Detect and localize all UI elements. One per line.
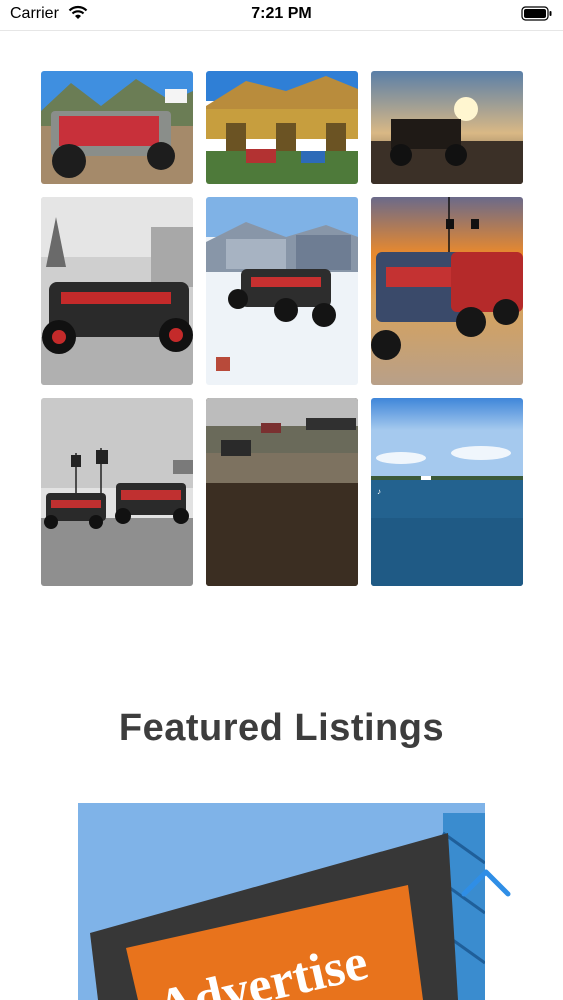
featured-listings-heading: Featured Listings: [118, 707, 445, 749]
clock-time: 7:21 PM: [251, 5, 312, 22]
featured-ad-card[interactable]: Advertise: [78, 803, 485, 1000]
utv-photo-icon: [371, 197, 523, 385]
battery-icon: [521, 6, 553, 27]
gallery-photo-7[interactable]: [41, 398, 193, 586]
gallery-photo-6[interactable]: [371, 197, 523, 385]
utv-photo-icon: ♪: [371, 398, 523, 586]
utv-photo-icon: [206, 71, 358, 184]
svg-text:♪: ♪: [377, 487, 381, 496]
gallery-photo-5[interactable]: [206, 197, 358, 385]
photo-gallery: ♪: [41, 71, 523, 586]
gallery-photo-9[interactable]: ♪: [371, 398, 523, 586]
status-bar: Carrier 7:21 PM: [0, 0, 563, 31]
utv-photo-icon: [41, 71, 193, 184]
utv-photo-icon: [41, 197, 193, 385]
gallery-photo-4[interactable]: [41, 197, 193, 385]
advertise-billboard-image: Advertise: [78, 803, 485, 1000]
gallery-photo-2[interactable]: [206, 71, 358, 184]
utv-photo-icon: [41, 398, 193, 586]
gallery-photo-8[interactable]: [206, 398, 358, 586]
chevron-up-icon: [461, 869, 511, 897]
utv-photo-icon: [206, 398, 358, 586]
utv-photo-icon: [371, 71, 523, 184]
gallery-photo-1[interactable]: [41, 71, 193, 184]
utv-photo-icon: [206, 197, 358, 385]
gallery-photo-3[interactable]: [371, 71, 523, 184]
scroll-to-top-button[interactable]: [460, 866, 512, 900]
